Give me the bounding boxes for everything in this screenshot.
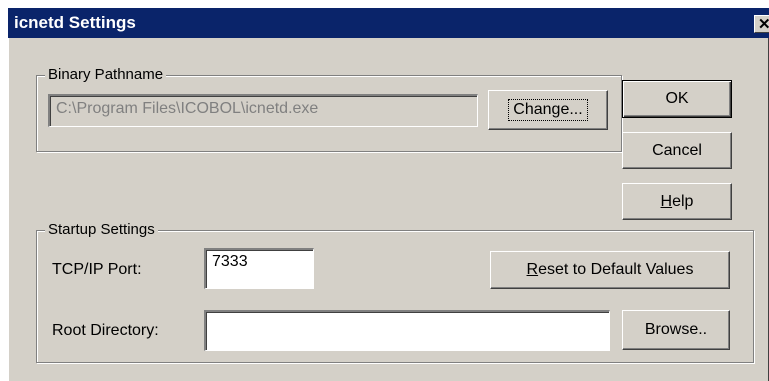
startup-settings-legend: Startup Settings bbox=[45, 221, 158, 238]
binary-path-field: C:\Program Files\ICOBOL\icnetd.exe bbox=[48, 94, 478, 127]
tcp-port-label: TCP/IP Port: bbox=[52, 261, 142, 278]
root-directory-label: Root Directory: bbox=[52, 322, 159, 339]
change-button[interactable]: Change... bbox=[488, 90, 608, 130]
reset-defaults-label: Reset to Default Values bbox=[526, 261, 694, 278]
ok-button[interactable]: OK bbox=[622, 80, 732, 118]
window-title: icnetd Settings bbox=[14, 13, 136, 32]
browse-label: Browse.. bbox=[644, 321, 708, 338]
close-icon: ✕ bbox=[758, 16, 769, 33]
help-label: Help bbox=[660, 192, 694, 210]
cancel-button[interactable]: Cancel bbox=[622, 132, 732, 169]
cancel-label: Cancel bbox=[652, 141, 702, 159]
tcp-port-input[interactable]: 7333 bbox=[204, 248, 314, 289]
help-button[interactable]: Help bbox=[622, 183, 732, 220]
reset-defaults-button[interactable]: Reset to Default Values bbox=[490, 251, 730, 289]
root-directory-input[interactable] bbox=[204, 310, 610, 351]
title-bar[interactable]: icnetd Settings ✕ bbox=[8, 8, 769, 38]
settings-dialog: icnetd Settings ✕ Binary Pathname C:\Pro… bbox=[8, 8, 769, 381]
browse-button[interactable]: Browse.. bbox=[622, 310, 730, 350]
change-label: Change... bbox=[508, 99, 588, 121]
binary-pathname-legend: Binary Pathname bbox=[45, 66, 167, 83]
close-button[interactable]: ✕ bbox=[754, 15, 769, 33]
ok-label: OK bbox=[665, 90, 689, 107]
